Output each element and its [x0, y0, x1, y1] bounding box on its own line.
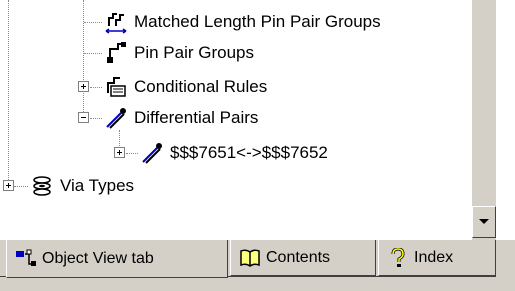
tree-item-pin-pair-groups[interactable]: Pin Pair Groups	[104, 40, 254, 66]
tree-item-label: Via Types	[60, 176, 135, 195]
tab-object-view[interactable]: Object View tab	[6, 240, 228, 278]
scroll-down-button[interactable]	[472, 206, 496, 238]
pin-pair-icon	[104, 41, 128, 65]
tree-item-label: Matched Length Pin Pair Groups	[134, 12, 381, 31]
tree-connector	[84, 53, 102, 54]
tree-connector	[83, 0, 84, 116]
tree-item-diff-pair[interactable]: $$$7651<->$$$7652	[140, 140, 328, 166]
expand-conditional-rules-button[interactable]	[78, 81, 89, 92]
tree-item-label: Differential Pairs	[134, 108, 259, 127]
tree-item-label: $$$7651<->$$$7652	[170, 143, 328, 162]
tree-connector	[90, 87, 102, 88]
tab-label: Object View tab	[42, 249, 154, 267]
tree-item-conditional-rules[interactable]: Conditional Rules	[104, 74, 267, 100]
tab-strip: Object View tab Contents Index	[0, 240, 515, 291]
tree-connector	[126, 153, 138, 154]
tab-contents[interactable]: Contents	[230, 240, 376, 276]
tab-index[interactable]: Index	[378, 240, 496, 276]
vertical-scrollbar[interactable]	[472, 0, 496, 240]
tree-item-matched-length-pin-pair-groups[interactable]: Matched Length Pin Pair Groups	[104, 9, 381, 35]
tree-connector	[90, 118, 102, 119]
book-icon	[239, 248, 261, 268]
tree-connector	[84, 22, 102, 23]
object-view-icon	[15, 249, 37, 269]
scrollbar-track[interactable]	[472, 0, 496, 206]
tree-item-label: Conditional Rules	[134, 77, 268, 96]
tree-item-label: Pin Pair Groups	[134, 43, 254, 62]
tab-label: Contents	[266, 248, 331, 266]
via-types-icon	[30, 174, 54, 198]
question-icon	[387, 246, 409, 268]
expand-diff-pair-item-button[interactable]	[114, 147, 125, 158]
tree-item-differential-pairs[interactable]: Differential Pairs	[104, 105, 258, 131]
collapse-differential-pairs-button[interactable]	[78, 112, 89, 123]
tree-connector	[14, 186, 28, 187]
differential-pair-icon	[140, 141, 164, 165]
object-tree[interactable]: Matched Length Pin Pair Groups Pin Pair …	[0, 0, 472, 240]
tree-connector	[8, 0, 9, 186]
expand-via-types-button[interactable]	[3, 180, 14, 191]
tab-label: Index	[414, 248, 454, 266]
differential-pair-icon	[104, 106, 128, 130]
matched-length-icon	[104, 10, 128, 34]
tree-item-via-types[interactable]: Via Types	[30, 173, 134, 199]
object-view-panel: Matched Length Pin Pair Groups Pin Pair …	[0, 0, 515, 291]
conditional-rules-icon	[104, 75, 128, 99]
